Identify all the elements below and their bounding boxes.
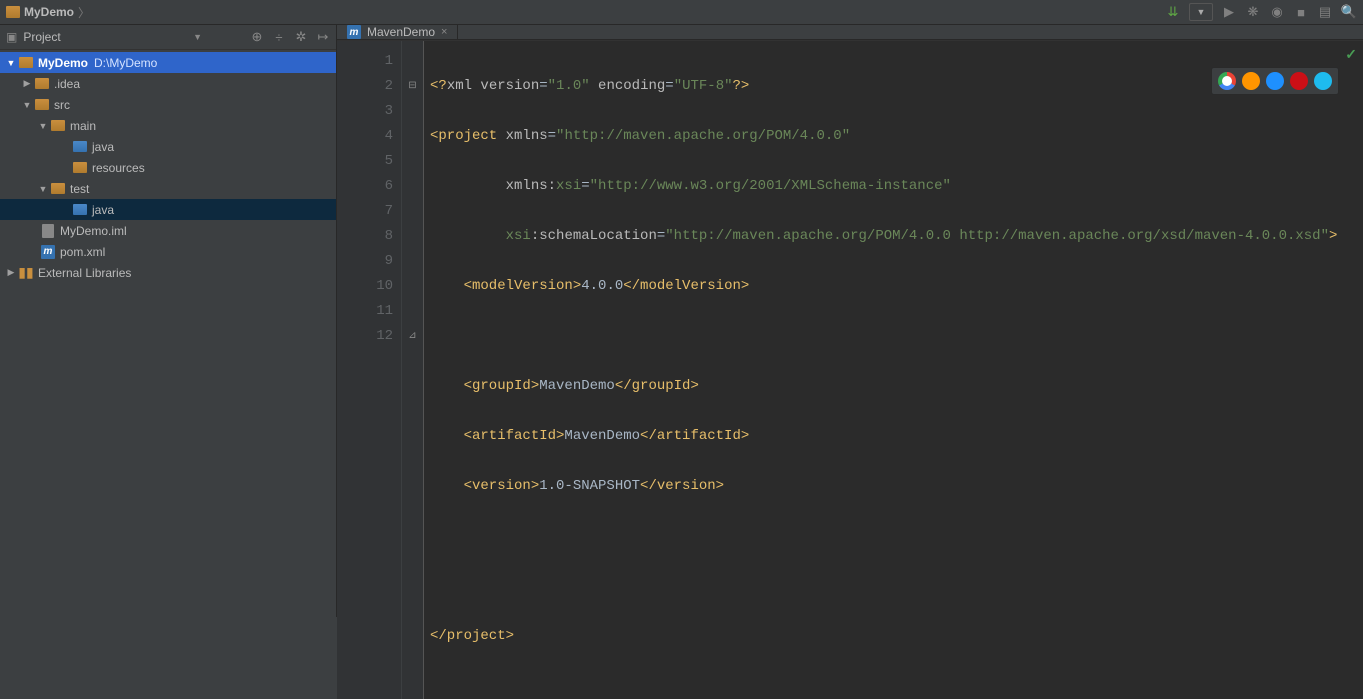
tree-label: test	[70, 182, 89, 196]
line-num: 10	[337, 274, 393, 299]
tree-label: main	[70, 119, 96, 133]
editor-area: m MavenDemo × ✓ 1 2 3 4 5 6 7	[337, 25, 1363, 617]
line-num: 11	[337, 299, 393, 324]
fold-gutter[interactable]: ⊟ ⊿	[402, 41, 424, 699]
tab-label: MavenDemo	[367, 25, 435, 39]
tree-path: D:\MyDemo	[94, 56, 157, 70]
tree-idea[interactable]: ▶ .idea	[0, 73, 336, 94]
line-num: 3	[337, 99, 393, 124]
line-num: 5	[337, 149, 393, 174]
close-tab-icon[interactable]: ×	[441, 26, 447, 38]
search-icon[interactable]: 🔍	[1341, 4, 1357, 20]
expand-arrow-icon[interactable]: ▶	[6, 267, 16, 278]
line-num: 9	[337, 249, 393, 274]
project-tree[interactable]: ▼ MyDemo D:\MyDemo ▶ .idea ▼ src ▼ main	[0, 50, 336, 617]
line-num: 4	[337, 124, 393, 149]
expand-arrow-icon[interactable]: ▼	[38, 121, 48, 131]
expand-arrow-icon[interactable]: ▼	[38, 184, 48, 194]
toolbar-right: ⇊ ▼ ▶ ❋ ◉ ■ ▤ 🔍	[1165, 3, 1357, 21]
line-num: 1	[337, 49, 393, 74]
editor-tabs: m MavenDemo ×	[337, 25, 1363, 40]
tree-pom[interactable]: m pom.xml	[0, 241, 336, 262]
project-structure-icon[interactable]: ▤	[1317, 4, 1333, 20]
view-mode-dropdown-icon[interactable]: ▼	[193, 32, 202, 42]
tree-label: External Libraries	[38, 266, 131, 280]
coverage-icon[interactable]: ◉	[1269, 4, 1285, 20]
line-num: 7	[337, 199, 393, 224]
tree-label: java	[92, 203, 114, 217]
sidebar-title[interactable]: Project	[23, 30, 60, 44]
run-icon[interactable]: ▶	[1221, 4, 1237, 20]
line-gutter[interactable]: 1 2 3 4 5 6 7 8 9 10 11 12	[337, 41, 402, 699]
stop-icon[interactable]: ■	[1293, 4, 1309, 20]
expand-arrow-icon[interactable]: ▼	[22, 100, 32, 110]
tree-label: MyDemo.iml	[60, 224, 127, 238]
collapse-icon[interactable]: ÷	[272, 30, 286, 44]
line-num: 12	[337, 324, 393, 349]
expand-arrow-icon[interactable]: ▶	[22, 78, 32, 89]
settings-gear-icon[interactable]: ✲	[294, 30, 308, 44]
folder-icon	[51, 183, 65, 194]
folder-icon	[35, 78, 49, 89]
sidebar-header: ▣ Project ▼ ⊕ ÷ ✲ ↦	[0, 25, 336, 50]
file-icon	[42, 224, 54, 238]
tab-mavendemo[interactable]: m MavenDemo ×	[337, 25, 458, 39]
tree-test[interactable]: ▼ test	[0, 178, 336, 199]
project-tool-icon: ▣	[6, 30, 17, 44]
tree-label: MyDemo	[38, 56, 88, 70]
tree-resources[interactable]: resources	[0, 157, 336, 178]
breadcrumb[interactable]: MyDemo 〉	[6, 4, 90, 21]
fold-close-icon[interactable]: ⊿	[402, 324, 423, 349]
line-num: 6	[337, 174, 393, 199]
debug-icon[interactable]: ❋	[1245, 4, 1261, 20]
build-icon[interactable]: ⇊	[1165, 4, 1181, 20]
topbar: MyDemo 〉 ⇊ ▼ ▶ ❋ ◉ ■ ▤ 🔍	[0, 0, 1363, 25]
library-icon: ▮▮	[18, 266, 34, 280]
tree-label: .idea	[54, 77, 80, 91]
fold-open-icon[interactable]: ⊟	[402, 74, 423, 99]
tree-main[interactable]: ▼ main	[0, 115, 336, 136]
folder-icon	[51, 120, 65, 131]
scroll-to-icon[interactable]: ⊕	[250, 30, 264, 44]
breadcrumb-project[interactable]: MyDemo	[24, 5, 74, 19]
folder-icon	[35, 99, 49, 110]
tree-java-test[interactable]: java	[0, 199, 336, 220]
expand-arrow-icon[interactable]: ▼	[6, 58, 16, 68]
tree-src[interactable]: ▼ src	[0, 94, 336, 115]
tree-ext-libs[interactable]: ▶ ▮▮ External Libraries	[0, 262, 336, 283]
tree-root[interactable]: ▼ MyDemo D:\MyDemo	[0, 52, 336, 73]
tree-label: src	[54, 98, 70, 112]
hide-icon[interactable]: ↦	[316, 30, 330, 44]
breadcrumb-sep-icon: 〉	[78, 4, 90, 21]
tree-java-main[interactable]: java	[0, 136, 336, 157]
source-folder-icon	[73, 141, 87, 152]
run-config-dropdown[interactable]: ▼	[1189, 3, 1213, 21]
code-content[interactable]: <?xml version="1.0" encoding="UTF-8"?> <…	[424, 41, 1363, 699]
project-sidebar: ▣ Project ▼ ⊕ ÷ ✲ ↦ ▼ MyDemo D:\MyDemo ▶…	[0, 25, 337, 617]
maven-file-icon: m	[347, 25, 361, 39]
tree-label: resources	[92, 161, 145, 175]
test-folder-icon	[73, 204, 87, 215]
tree-iml[interactable]: MyDemo.iml	[0, 220, 336, 241]
folder-icon	[19, 57, 33, 68]
tree-label: pom.xml	[60, 245, 105, 259]
resources-folder-icon	[73, 162, 87, 173]
maven-file-icon: m	[41, 245, 55, 259]
tree-label: java	[92, 140, 114, 154]
project-folder-icon	[6, 6, 20, 18]
line-num: 2	[337, 74, 393, 99]
line-num: 8	[337, 224, 393, 249]
code-editor[interactable]: ✓ 1 2 3 4 5 6 7 8 9 10 11 12	[337, 41, 1363, 699]
